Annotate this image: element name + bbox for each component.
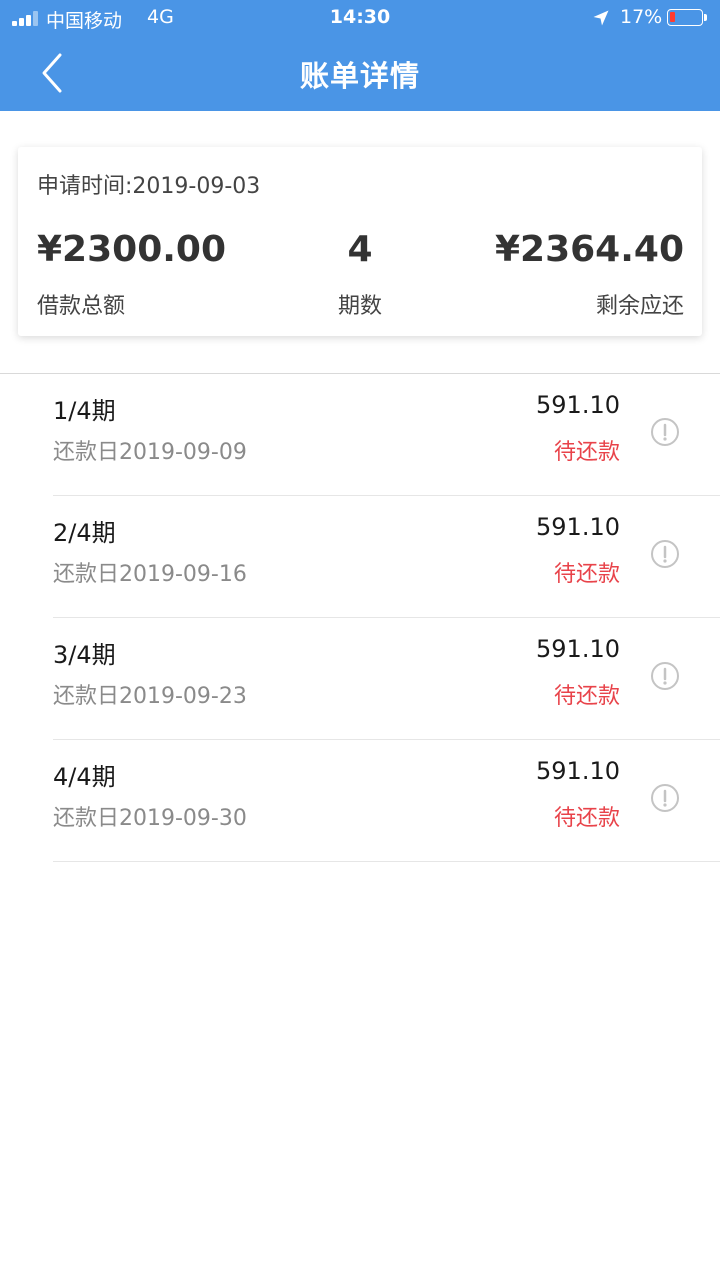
installment-period: 4/4期	[53, 763, 116, 791]
installment-due-date: 还款日2019-09-09	[53, 440, 247, 465]
installment-amount: 591.10	[536, 757, 620, 785]
installment-due-date: 还款日2019-09-23	[53, 684, 247, 709]
header: 中国移动 4G 14:30 17% 账单详情	[0, 0, 720, 111]
nav-bar: 账单详情	[0, 36, 720, 111]
installment-status: 待还款	[553, 806, 620, 831]
installment-list: 1/4期 还款日2019-09-09 591.10 待还款 2/4期 还款日20…	[0, 374, 720, 862]
installment-period: 1/4期	[53, 397, 116, 425]
battery-percentage: 17%	[620, 6, 663, 28]
page-title: 账单详情	[299, 59, 420, 93]
info-icon[interactable]	[650, 539, 680, 569]
installment-period: 3/4期	[53, 641, 116, 669]
installment-period: 2/4期	[53, 519, 116, 547]
installment-amount: 591.10	[536, 635, 620, 663]
remaining-label: 剩余应还	[595, 294, 684, 319]
battery-icon	[667, 9, 703, 26]
installment-amount: 591.10	[536, 513, 620, 541]
location-icon	[593, 10, 609, 26]
remaining-value: ¥2364.40	[494, 229, 684, 270]
installment-amount: 591.10	[536, 391, 620, 419]
installment-row[interactable]: 1/4期 还款日2019-09-09 591.10 待还款	[53, 374, 720, 496]
info-icon[interactable]	[650, 661, 680, 691]
installment-row[interactable]: 2/4期 还款日2019-09-16 591.10 待还款	[53, 496, 720, 618]
loan-summary-card: 申请时间:2019-09-03 ¥2300.00 借款总额 4 期数 ¥2364…	[18, 147, 702, 336]
info-icon[interactable]	[650, 417, 680, 447]
status-time: 14:30	[329, 6, 391, 28]
battery-level	[670, 12, 675, 22]
installment-row[interactable]: 3/4期 还款日2019-09-23 591.10 待还款	[53, 618, 720, 740]
installment-status: 待还款	[553, 684, 620, 709]
installment-row[interactable]: 4/4期 还款日2019-09-30 591.10 待还款	[53, 740, 720, 862]
installment-status: 待还款	[553, 562, 620, 587]
installment-due-date: 还款日2019-09-16	[53, 562, 247, 587]
info-icon[interactable]	[650, 783, 680, 813]
battery-cap	[704, 14, 707, 21]
status-bar: 中国移动 4G 14:30 17%	[0, 0, 720, 36]
apply-date: 申请时间:2019-09-03	[37, 174, 261, 199]
installment-due-date: 还款日2019-09-30	[53, 806, 247, 831]
installment-status: 待还款	[553, 440, 620, 465]
